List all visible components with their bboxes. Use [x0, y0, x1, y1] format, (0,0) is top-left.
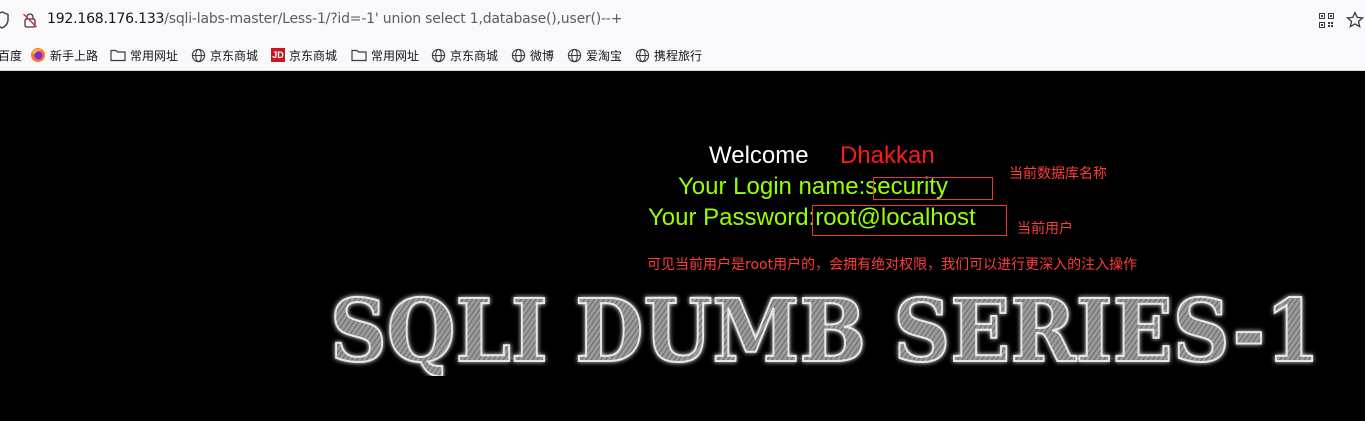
bookmark-folder-common-2[interactable]: 常用网址 [351, 47, 419, 63]
bookmark-label: 常用网址 [130, 48, 179, 63]
folder-icon [351, 49, 367, 62]
jd-icon: JD [271, 48, 285, 62]
folder-icon [110, 49, 126, 62]
sqli-dumb-series-title-image: SQLI DUMB SERIES-1 [329, 286, 1321, 376]
bookmark-label: 微博 [530, 48, 555, 63]
bookmarks-toolbar: 百度 新手上路 常用网址 京东商城 JD 京东商城 常用网址 京东商城 微博 爱… [0, 40, 1365, 71]
globe-icon [635, 48, 650, 62]
bookmark-label: 携程旅行 [654, 48, 703, 63]
welcome-text: Welcome [709, 142, 809, 169]
bookmark-jd-2[interactable]: JD 京东商城 [271, 47, 337, 63]
bookmark-label: 新手上路 [50, 48, 99, 63]
url-path: /sqli-labs-master/Less-1/?id=-1' union s… [164, 11, 623, 27]
bookmark-newbie[interactable]: 新手上路 [30, 47, 98, 63]
bookmark-label: 爱淘宝 [586, 48, 623, 63]
conclusion-annotation: 可见当前用户是root用户的，会拥有绝对权限，我们可以进行更深入的注入操作 [647, 257, 1138, 273]
globe-icon [191, 48, 206, 62]
current-user-annotation: 当前用户 [1017, 221, 1073, 237]
bookmark-star-icon[interactable] [1346, 11, 1364, 29]
insecure-lock-icon[interactable] [22, 12, 38, 28]
bookmark-ctrip[interactable]: 携程旅行 [635, 47, 702, 63]
password-label: Your Password: [648, 204, 816, 231]
globe-icon [431, 48, 446, 62]
bookmark-label: 京东商城 [289, 48, 338, 63]
bookmark-jd-3[interactable]: 京东商城 [431, 47, 498, 63]
bookmark-label: 常用网址 [371, 48, 420, 63]
bookmark-label: 京东商城 [450, 48, 499, 63]
user-highlight-box [812, 205, 1007, 236]
page-content: Welcome Dhakkan Your Login name:security… [0, 71, 1365, 421]
bookmark-weibo[interactable]: 微博 [511, 47, 554, 63]
title-text: SQLI DUMB SERIES-1 [330, 286, 1320, 376]
globe-icon [511, 48, 526, 62]
firefox-icon [31, 48, 45, 62]
bookmark-aitaobao[interactable]: 爱淘宝 [567, 47, 622, 63]
url-input[interactable]: 192.168.176.133/sqli-labs-master/Less-1/… [47, 11, 622, 27]
bookmark-baidu[interactable]: 百度 [0, 47, 22, 63]
login-name-label: Your Login name: [678, 173, 866, 200]
username-text: Dhakkan [840, 142, 935, 169]
database-highlight-box [873, 177, 993, 200]
address-bar: 192.168.176.133/sqli-labs-master/Less-1/… [0, 0, 1365, 40]
shield-icon[interactable] [0, 11, 10, 29]
qr-code-icon[interactable] [1319, 13, 1334, 28]
bookmark-label: 京东商城 [210, 48, 259, 63]
bookmark-folder-common[interactable]: 常用网址 [110, 47, 178, 63]
globe-icon [567, 48, 582, 62]
bookmark-label: 百度 [0, 48, 23, 63]
database-name-annotation: 当前数据库名称 [1009, 166, 1107, 182]
bookmark-jd-1[interactable]: 京东商城 [191, 47, 258, 63]
url-host: 192.168.176.133 [47, 11, 165, 27]
